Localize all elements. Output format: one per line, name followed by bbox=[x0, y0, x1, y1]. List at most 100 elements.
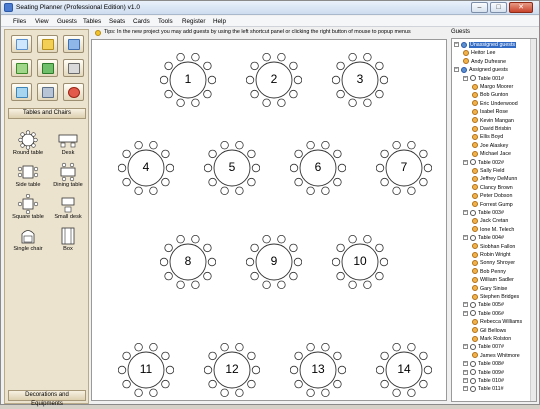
guest-item[interactable]: Rebecca Williams bbox=[472, 318, 522, 326]
seat[interactable] bbox=[208, 379, 217, 389]
seat[interactable] bbox=[134, 388, 143, 398]
guest-item[interactable]: Bob Penny bbox=[472, 268, 506, 276]
menu-help[interactable]: Help bbox=[213, 18, 226, 25]
seat[interactable] bbox=[235, 342, 244, 352]
power-button[interactable] bbox=[63, 83, 84, 101]
seat[interactable] bbox=[348, 234, 357, 244]
print-button[interactable] bbox=[63, 59, 84, 77]
seat[interactable] bbox=[134, 342, 143, 352]
seat[interactable] bbox=[333, 149, 342, 159]
seat[interactable] bbox=[375, 271, 384, 281]
seat[interactable] bbox=[122, 351, 131, 361]
close-button[interactable]: ✕ bbox=[509, 2, 533, 13]
guest-item[interactable]: Isabel Rose bbox=[472, 108, 508, 116]
seat[interactable] bbox=[277, 98, 286, 108]
seat[interactable] bbox=[363, 280, 372, 290]
seat[interactable] bbox=[321, 342, 330, 352]
expand-toggle-icon[interactable]: − bbox=[463, 235, 468, 241]
maximize-button[interactable]: □ bbox=[490, 2, 507, 13]
seat[interactable] bbox=[247, 351, 256, 361]
tree-table-node[interactable]: − Table 001# bbox=[463, 75, 504, 83]
small-desk-tool[interactable]: Small desk bbox=[49, 194, 87, 220]
seat[interactable] bbox=[306, 388, 315, 398]
seat[interactable] bbox=[333, 351, 342, 361]
seat[interactable] bbox=[247, 177, 256, 187]
round-table[interactable]: 11 bbox=[117, 342, 175, 398]
tree-table-node[interactable]: − Table 008# bbox=[463, 360, 504, 368]
seat[interactable] bbox=[392, 186, 401, 196]
seat[interactable] bbox=[122, 379, 131, 389]
open-folder-button[interactable] bbox=[37, 35, 58, 53]
decorations-header[interactable]: Decorations and Equipments bbox=[8, 390, 86, 407]
round-table[interactable]: 14 bbox=[375, 342, 433, 398]
seat[interactable] bbox=[380, 351, 389, 361]
seat[interactable] bbox=[407, 388, 416, 398]
seat[interactable] bbox=[134, 140, 143, 150]
menu-guests[interactable]: Guests bbox=[57, 18, 77, 25]
seat[interactable] bbox=[289, 89, 298, 99]
seat[interactable] bbox=[294, 351, 303, 361]
seat[interactable] bbox=[191, 234, 200, 244]
guest-item[interactable]: Kevin Mangan bbox=[472, 117, 514, 125]
guest-item[interactable]: Eric Underwood bbox=[472, 100, 518, 108]
seat[interactable] bbox=[336, 89, 345, 99]
seat[interactable] bbox=[247, 379, 256, 389]
expand-toggle-icon[interactable]: − bbox=[463, 344, 468, 350]
seat[interactable] bbox=[203, 61, 212, 71]
expand-toggle-icon[interactable]: − bbox=[454, 67, 459, 73]
guest-item[interactable]: Forrest Gump bbox=[472, 201, 513, 209]
round-table-tool[interactable]: Round table bbox=[9, 130, 47, 156]
seat[interactable] bbox=[164, 243, 173, 253]
seat[interactable] bbox=[220, 186, 229, 196]
seat[interactable] bbox=[407, 140, 416, 150]
seat[interactable] bbox=[306, 186, 315, 196]
tree-table-node[interactable]: − Table 007# bbox=[463, 343, 504, 351]
guest-item[interactable]: Heitor Lee bbox=[463, 49, 495, 57]
seat[interactable] bbox=[277, 280, 286, 290]
new-project-button[interactable] bbox=[11, 35, 32, 53]
seat[interactable] bbox=[392, 388, 401, 398]
seat[interactable] bbox=[203, 243, 212, 253]
guest-item[interactable]: Gary Sinise bbox=[472, 285, 507, 293]
excel-button[interactable] bbox=[37, 59, 58, 77]
seat[interactable] bbox=[149, 388, 158, 398]
seat[interactable] bbox=[289, 271, 298, 281]
guest-item[interactable]: Michael Jace bbox=[472, 150, 511, 158]
expand-toggle-icon[interactable]: − bbox=[463, 386, 468, 392]
seat[interactable] bbox=[122, 149, 131, 159]
seat[interactable] bbox=[220, 140, 229, 150]
seat[interactable] bbox=[220, 388, 229, 398]
seat[interactable] bbox=[203, 89, 212, 99]
seat[interactable] bbox=[161, 351, 170, 361]
seat[interactable] bbox=[407, 342, 416, 352]
guest-item[interactable]: Sally Field bbox=[472, 167, 504, 175]
menu-files[interactable]: Files bbox=[13, 18, 26, 25]
menu-cards[interactable]: Cards bbox=[133, 18, 150, 25]
guest-item[interactable]: Gil Bellows bbox=[472, 327, 506, 335]
guest-item[interactable]: David Brisbin bbox=[472, 125, 511, 133]
guest-item[interactable]: Clancy Brown bbox=[472, 184, 513, 192]
seat[interactable] bbox=[363, 52, 372, 62]
seating-canvas[interactable]: 1 2 3 4 5 6 7 8 9 10 11 12 13 14 bbox=[91, 39, 447, 401]
seat[interactable] bbox=[294, 177, 303, 187]
seat[interactable] bbox=[419, 177, 428, 187]
round-table[interactable]: 5 bbox=[203, 140, 261, 196]
seat[interactable] bbox=[419, 379, 428, 389]
seat[interactable] bbox=[348, 52, 357, 62]
seat[interactable] bbox=[306, 342, 315, 352]
single-chair-tool[interactable]: Single chair bbox=[9, 226, 47, 252]
side-table-tool[interactable]: Side table bbox=[9, 162, 47, 188]
guest-item[interactable]: Ione M. Telech bbox=[472, 226, 514, 234]
menu-view[interactable]: View bbox=[35, 18, 49, 25]
seat[interactable] bbox=[149, 140, 158, 150]
seat[interactable] bbox=[235, 186, 244, 196]
tree-table-node[interactable]: − Table 009# bbox=[463, 369, 504, 377]
seat[interactable] bbox=[250, 61, 259, 71]
seat[interactable] bbox=[380, 379, 389, 389]
seat[interactable] bbox=[321, 388, 330, 398]
seat[interactable] bbox=[220, 342, 229, 352]
seat[interactable] bbox=[208, 351, 217, 361]
seat[interactable] bbox=[289, 243, 298, 253]
seat[interactable] bbox=[161, 177, 170, 187]
guest-item[interactable]: Peter Dobson bbox=[472, 192, 512, 200]
